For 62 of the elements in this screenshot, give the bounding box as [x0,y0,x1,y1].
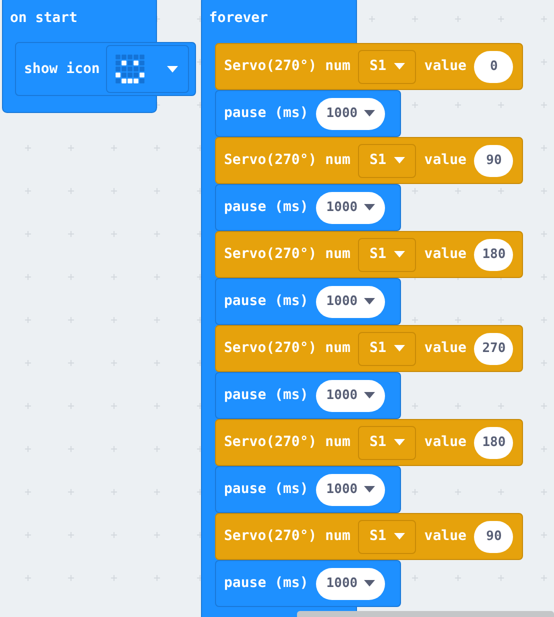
caret-icon [394,533,406,540]
number-dropdown[interactable]: 1000 [316,192,385,224]
value-field[interactable]: 180 [474,426,514,458]
caret-icon [364,204,375,211]
block-label: value [424,527,466,546]
number-dropdown[interactable]: 1000 [316,98,385,130]
pause-block[interactable]: pause (ms) 1000 [215,278,401,325]
block-label: value [424,339,466,358]
servo-block[interactable]: Servo(270°) num S1 value 90 [215,513,523,560]
block-label: Servo(270°) num [224,57,350,76]
number-dropdown[interactable]: 1000 [316,286,385,318]
value-field[interactable]: 180 [474,238,514,270]
caret-icon [364,110,375,117]
value-field[interactable]: 270 [474,332,514,364]
number-dropdown[interactable]: 1000 [316,474,385,506]
block-label: pause (ms) [224,574,308,593]
block-label: Servo(270°) num [224,245,350,264]
block-label: value [424,433,466,452]
number-dropdown[interactable]: 1000 [316,568,385,600]
caret-icon [364,580,375,587]
value-field[interactable]: 90 [474,520,514,552]
value-field[interactable]: 0 [474,50,514,82]
servo-block[interactable]: Servo(270°) num S1 value 270 [215,325,523,372]
block-label: pause (ms) [224,198,308,217]
block-label: pause (ms) [224,292,308,311]
servo-block[interactable]: Servo(270°) num S1 value 180 [215,231,523,278]
pause-block[interactable]: pause (ms) 1000 [215,90,401,137]
value-field[interactable]: 90 [474,144,514,176]
pause-block[interactable]: pause (ms) 1000 [215,466,401,513]
number-dropdown[interactable]: 1000 [316,380,385,412]
block-label: pause (ms) [224,104,308,123]
caret-icon [394,345,406,352]
block-label: Servo(270°) num [224,339,350,358]
block-label: value [424,57,466,76]
block-label: pause (ms) [224,480,308,499]
caret-icon [364,392,375,399]
pause-block[interactable]: pause (ms) 1000 [215,184,401,231]
led-grid-icon [114,54,145,84]
block-title: on start [10,10,78,26]
pause-block[interactable]: pause (ms) 1000 [215,372,401,419]
servo-block[interactable]: Servo(270°) num S1 value 180 [215,419,523,466]
scrollbar[interactable] [297,611,554,617]
icon-dropdown[interactable] [106,45,189,93]
block-label: show icon [24,60,100,78]
block-label: value [424,151,466,170]
block-label: value [424,245,466,264]
caret-icon [364,486,375,493]
block-label: pause (ms) [224,386,308,405]
block-label: Servo(270°) num [224,151,350,170]
pause-block[interactable]: pause (ms) 1000 [215,560,401,607]
block-title: forever [209,10,268,26]
block-label: Servo(270°) num [224,433,350,452]
caret-icon [394,63,406,70]
block-label: Servo(270°) num [224,527,350,546]
servo-block[interactable]: Servo(270°) num S1 value 90 [215,137,523,184]
caret-icon [394,439,406,446]
caret-icon [166,66,178,72]
show-icon-block[interactable]: show icon [15,42,196,96]
caret-icon [394,251,406,258]
servo-block[interactable]: Servo(270°) num S1 value 0 [215,43,523,90]
caret-icon [364,298,375,305]
caret-icon [394,157,406,164]
